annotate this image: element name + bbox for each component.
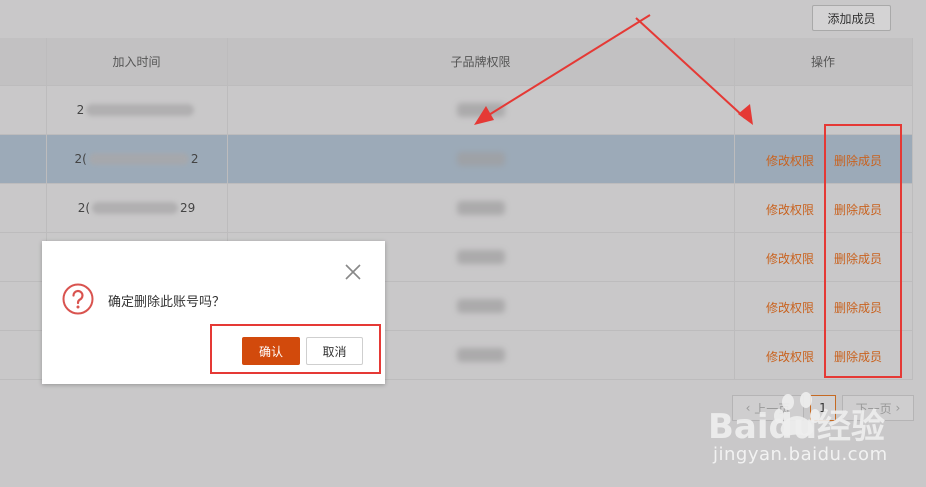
watermark-brand: Baidu经验 [708, 407, 885, 447]
annotation-arrow [635, 17, 746, 119]
watermark-url: jingyan.baidu.com [713, 444, 888, 465]
annotation-arrow [483, 14, 651, 119]
arrowhead [474, 106, 494, 125]
arrowhead [738, 104, 753, 125]
